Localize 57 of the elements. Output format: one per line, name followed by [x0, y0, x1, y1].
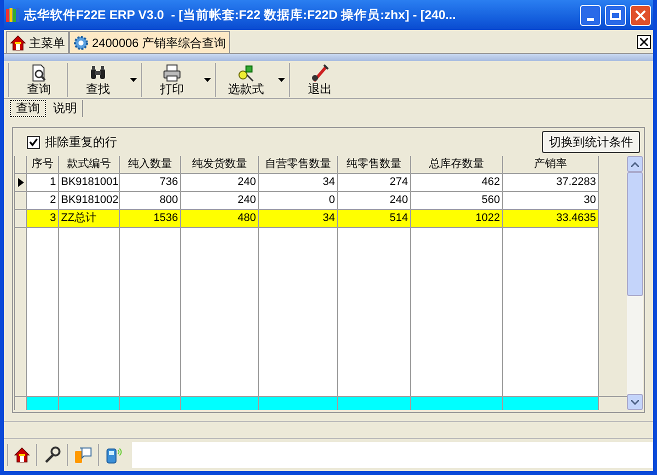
table-cell: 240 [181, 192, 259, 210]
table-cell: 30 [503, 192, 599, 210]
toolbar-button[interactable]: 退出 [292, 62, 348, 96]
printer-icon [162, 63, 182, 83]
table-cell: 0 [259, 192, 338, 210]
minimize-button[interactable] [580, 4, 601, 26]
table-cell: 480 [181, 210, 259, 228]
toolbar-button[interactable]: 选款式 [218, 62, 274, 96]
table-cell: 514 [338, 210, 411, 228]
scroll-down-icon[interactable] [631, 400, 640, 404]
checkbox-label: 排除重复的行 [45, 134, 117, 151]
scrollbar[interactable] [627, 156, 643, 410]
close-tab-button[interactable] [637, 35, 651, 49]
app-icon [6, 7, 20, 23]
exit-icon [310, 63, 330, 83]
checkbox[interactable] [27, 136, 40, 148]
document-tab[interactable]: 2400006 产销率综合查询 [69, 31, 230, 53]
table-cell: 2 [27, 192, 59, 210]
home-icon [10, 34, 26, 50]
table-cell: 560 [411, 192, 503, 210]
dropdown-arrow-icon[interactable] [204, 78, 211, 82]
gear-icon [73, 34, 89, 50]
toolbar-button[interactable]: 查询 [11, 62, 67, 96]
sub-tab[interactable]: 说明 [48, 100, 83, 117]
close-icon [635, 10, 646, 20]
maximize-button[interactable] [605, 4, 626, 26]
toolbar-button[interactable]: 打印 [144, 62, 200, 96]
close-button[interactable] [630, 4, 651, 26]
table-cell: 34 [259, 174, 338, 192]
table-cell: 1022 [411, 210, 503, 228]
dropdown-arrow-icon[interactable] [278, 78, 285, 82]
switch-criteria-button[interactable]: 切换到统计条件 [542, 131, 640, 153]
table-cell: 240 [338, 192, 411, 210]
table-cell: 274 [338, 174, 411, 192]
document-tab[interactable]: 主菜单 [6, 31, 69, 53]
table-cell: 1 [27, 174, 59, 192]
home-icon [14, 447, 30, 463]
dropdown-arrow-icon[interactable] [130, 78, 137, 82]
table-cell: 33.4635 [503, 210, 599, 228]
table-cell: BK9181002 [59, 192, 120, 210]
table-cell: 240 [181, 174, 259, 192]
table-cell: ZZ总计 [59, 210, 120, 228]
scroll-up-icon[interactable] [631, 162, 640, 166]
table-cell: 34 [259, 210, 338, 228]
table-cell: 736 [120, 174, 181, 192]
shapes-icon [236, 63, 256, 83]
chat-icon [74, 446, 92, 464]
window-title: 志华软件F22E ERP V3.0 - [当前帐套:F22 数据库:F22D 操作员:zhx] - [240... [24, 6, 457, 24]
table-cell: 3 [27, 210, 59, 228]
sub-tab[interactable]: 查询 [10, 100, 46, 117]
table-cell: 800 [120, 192, 181, 210]
table-cell: 462 [411, 174, 503, 192]
table-cell: 1536 [120, 210, 181, 228]
table-cell: BK9181001 [59, 174, 120, 192]
toolbar-button[interactable]: 查找 [70, 62, 126, 96]
table-cell: 37.2283 [503, 174, 599, 192]
phone-icon [105, 446, 123, 464]
